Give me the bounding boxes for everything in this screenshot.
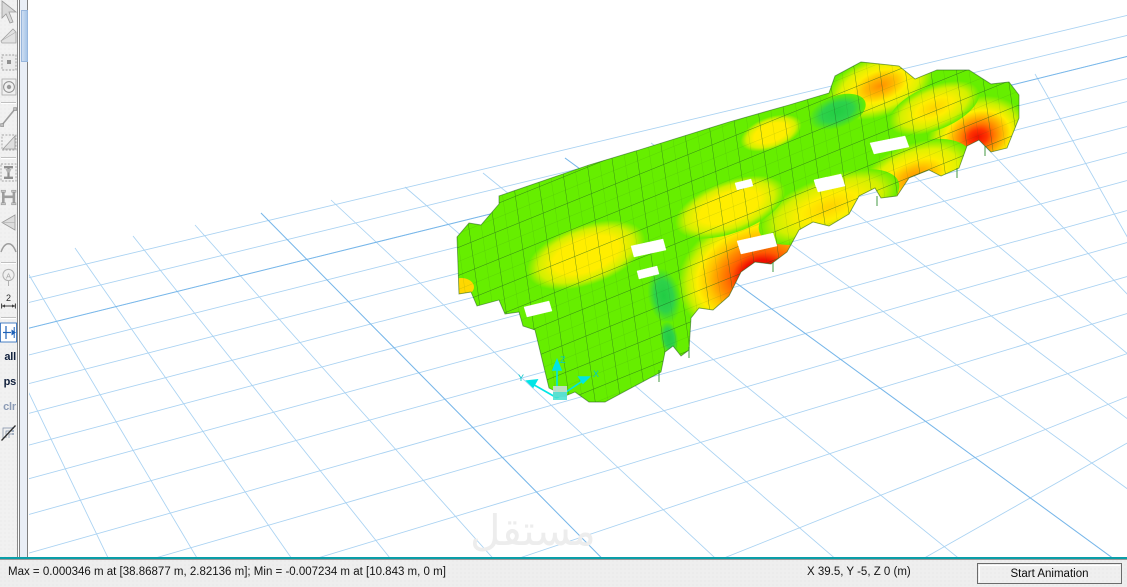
svg-text:2: 2 — [6, 293, 11, 303]
left-toolbar: A 2 all ps clr — [0, 0, 18, 559]
assign-point-load-icon[interactable]: A — [0, 265, 17, 290]
select-all-button[interactable]: all — [0, 345, 17, 370]
start-animation-label: Start Animation — [1010, 567, 1089, 580]
toolbar-scrollbar-thumb[interactable] — [21, 10, 28, 62]
draw-wall-icon[interactable] — [0, 210, 17, 235]
clear-selection-label: clr — [3, 401, 16, 413]
select-pointer-icon[interactable] — [0, 0, 17, 25]
svg-text:A: A — [6, 271, 11, 280]
toolbar-scrollbar[interactable] — [19, 0, 28, 559]
draw-curve-icon[interactable] — [0, 235, 17, 260]
select-all-label: all — [4, 351, 16, 363]
select-by-window-icon[interactable] — [0, 50, 17, 75]
select-previous-button[interactable]: ps — [0, 370, 17, 395]
draw-beam-icon[interactable] — [0, 185, 17, 210]
draw-column-icon[interactable] — [0, 160, 17, 185]
rubber-band-select-icon[interactable] — [0, 25, 17, 50]
status-bar: Max = 0.000346 m at [38.86877 m, 2.82136… — [0, 557, 1127, 587]
cursor-coordinates-text: X 39.5, Y -5, Z 0 (m) — [807, 566, 911, 578]
results-summary-text: Max = 0.000346 m at [38.86877 m, 2.82136… — [8, 566, 446, 578]
draw-quad-area-icon[interactable] — [0, 130, 17, 155]
axis-label-y: Y — [518, 373, 524, 383]
dimension-icon[interactable]: 2 — [0, 290, 17, 315]
select-previous-label: ps — [3, 376, 17, 388]
axis-label-z: Z — [560, 355, 566, 365]
start-animation-button[interactable]: Start Animation — [977, 563, 1122, 584]
snap-off-icon[interactable] — [0, 420, 17, 445]
select-all-circle-icon[interactable] — [0, 75, 17, 100]
draw-line-icon[interactable] — [0, 105, 17, 130]
model-3d-viewport[interactable]: X Y Z — [29, 0, 1127, 559]
snap-to-point-icon[interactable] — [0, 320, 17, 345]
clear-selection-button[interactable]: clr — [0, 395, 17, 420]
application-window: A 2 all ps clr X Y Z مستقل Max = 0.00034… — [0, 0, 1127, 587]
axis-label-x: X — [593, 369, 599, 379]
